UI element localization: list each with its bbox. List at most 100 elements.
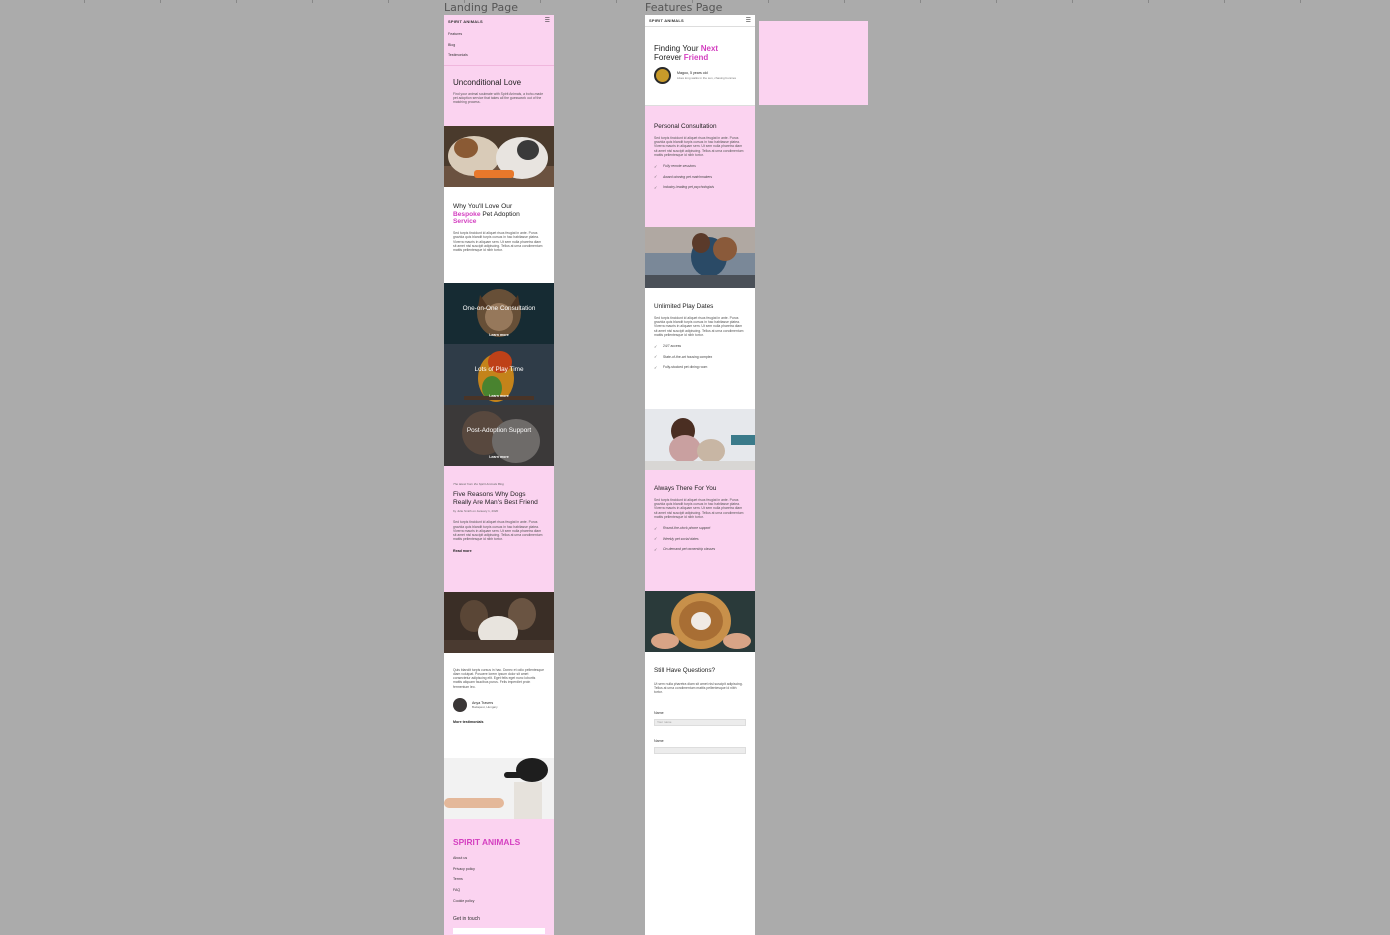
blog-byline: by Julie Smith on January 1, 2020 <box>453 509 499 514</box>
check-icon: ✓ <box>654 364 658 370</box>
checklist-label: Weekly pet social dates <box>663 536 699 541</box>
footer-links: About us Privacy policy Terms FAQ Cookie… <box>453 853 545 907</box>
hero-title-part: Finding Your <box>654 44 699 53</box>
section-text: Sed turpis tincidunt id aliquet risus fe… <box>654 316 744 337</box>
footer-link-terms[interactable]: Terms <box>453 874 545 885</box>
pink-color-swatch[interactable] <box>759 21 868 105</box>
check-icon: ✓ <box>654 174 658 180</box>
name-field-label: Name <box>654 710 664 715</box>
footer-contact-title: Get in touch <box>453 915 480 922</box>
questions-text: Ut sem nulla pharetra diam sit amet nisl… <box>654 682 743 695</box>
testimonial-text: Quis blandit turpis cursus in hac. Donec… <box>453 667 545 689</box>
questions-title: Still Have Questions? <box>654 667 716 674</box>
checklist-item: ✓ State-of-the-art housing complex <box>654 352 746 363</box>
checklist: ✓ Round-the-clock phone support ✓ Weekly p… <box>654 523 746 555</box>
footer-link-cookie[interactable]: Cookie policy <box>453 896 545 907</box>
features-navbar: SPIRIT ANIMALS ☰ <box>645 15 755 27</box>
feature-card-playtime[interactable]: Lots of Play Time Learn more <box>444 343 554 405</box>
checklist-item: ✓ Round-the-clock phone support <box>654 523 746 534</box>
why-title-accent2: Service <box>453 218 477 226</box>
features-hero: Finding Your Next Forever Friend Magoo, … <box>645 27 755 106</box>
check-icon: ✓ <box>654 163 658 169</box>
brand-logo[interactable]: SPIRIT ANIMALS <box>649 18 684 23</box>
landing-header: SPIRIT ANIMALS ☰ Features Blog Testimoni… <box>444 15 554 126</box>
blog-title[interactable]: Five Reasons Why Dogs Really Are Man's B… <box>453 491 545 507</box>
checklist-item: ✓ 24/7 access <box>654 341 746 352</box>
questions-section: Still Have Questions? Ut sem nulla phare… <box>645 652 755 812</box>
hero-title-part2: Forever <box>654 53 682 62</box>
contact-input[interactable] <box>453 927 545 934</box>
checklist-label: State-of-the-art housing complex <box>663 354 713 359</box>
landing-navbar: SPIRIT ANIMALS ☰ <box>444 15 554 27</box>
girl-cat-image <box>645 409 755 470</box>
pet-avatar <box>654 67 671 84</box>
feature-section-support: Always There For You Sed turpis tincidun… <box>645 470 755 591</box>
footer-link-about[interactable]: About us <box>453 853 545 864</box>
brand-logo[interactable]: SPIRIT ANIMALS <box>448 19 483 24</box>
footer-brand[interactable]: SPIRIT ANIMALS <box>453 837 545 847</box>
pet-name: Magoo, 5 years old <box>677 70 708 75</box>
checklist-item: ✓ Weekly pet social dates <box>654 534 746 545</box>
avatar <box>453 697 467 712</box>
landing-nav-menu: Features Blog Testimonials <box>444 27 554 66</box>
section-text: Sed turpis tincidunt id aliquet risus fe… <box>654 498 744 519</box>
section-text: Sed turpis tincidunt id aliquet risus fe… <box>654 136 744 157</box>
landing-hero: Unconditional Love Find your animal soul… <box>444 66 554 126</box>
card-title: Lots of Play Time <box>474 365 524 373</box>
check-icon: ✓ <box>654 343 658 349</box>
features-page-frame[interactable]: SPIRIT ANIMALS ☰ Finding Your Next Forev… <box>645 15 755 935</box>
blog-section: The latest from the Spirit Animals Blog … <box>444 465 554 592</box>
section-title: Always There For You <box>654 485 717 492</box>
second-field-label: Name <box>654 738 664 743</box>
hamster-bowl-image <box>645 591 755 652</box>
nav-item-blog[interactable]: Blog <box>448 40 550 51</box>
checklist-item: ✓ Award-winning pet matchmakers <box>654 172 746 183</box>
check-icon: ✓ <box>654 546 658 552</box>
checklist-label: 24/7 access <box>663 344 682 349</box>
checklist-label: On-demand pet ownership classes <box>663 547 716 552</box>
blog-text: Sed turpis tincidunt id aliquet risus fe… <box>453 520 543 542</box>
nav-item-features[interactable]: Features <box>448 29 550 40</box>
author-location: Budapest, Hungary <box>472 704 498 709</box>
why-title: Why You'll Love Our Bespoke Pet Adoption… <box>453 203 545 226</box>
menu-icon[interactable]: ☰ <box>746 18 751 24</box>
checklist-label: Award-winning pet matchmakers <box>663 174 713 179</box>
section-title: Personal Consultation <box>654 123 717 130</box>
why-title-accent: Bespoke <box>453 210 481 218</box>
pet-description: Likes long walks in the sun, chasing bun… <box>677 75 737 80</box>
hero-text: Find your animal soulmate with Spirit An… <box>453 91 544 105</box>
feature-card-consultation[interactable]: One-on-One Consultation Learn more <box>444 282 554 344</box>
card-title: One-on-One Consultation <box>462 304 536 312</box>
dog-family-image <box>444 591 554 653</box>
check-icon: ✓ <box>654 354 658 360</box>
checklist: ✓ 24/7 access ✓ State-of-the-art housing c… <box>654 341 746 373</box>
name-input[interactable]: Your name <box>654 718 746 726</box>
checklist-item: ✓ Fully-stocked pet dining room <box>654 362 746 373</box>
more-testimonials-link[interactable]: More testimonials <box>453 720 545 724</box>
card-learn-more-link[interactable]: Learn more <box>444 333 554 337</box>
feature-card-support[interactable]: Post-Adoption Support Learn more <box>444 404 554 466</box>
menu-icon[interactable]: ☰ <box>545 18 550 24</box>
checklist-item: ✓ Fully remote sessions <box>654 161 746 172</box>
features-frame-title[interactable]: Features Page <box>645 1 722 14</box>
cat-hand-image <box>444 757 554 819</box>
feature-section-consultation: Personal Consultation Sed turpis tincidu… <box>645 106 755 227</box>
landing-frame-title[interactable]: Landing Page <box>444 1 518 14</box>
checklist-label: Industry-leading pet psychologists <box>663 185 715 190</box>
second-input[interactable] <box>654 746 746 754</box>
hero-title: Unconditional Love <box>453 77 522 87</box>
footer-link-privacy[interactable]: Privacy policy <box>453 864 545 875</box>
nav-item-testimonials[interactable]: Testimonials <box>448 50 550 61</box>
read-more-link[interactable]: Read more <box>453 549 545 553</box>
woman-dog-image <box>645 227 755 288</box>
check-icon: ✓ <box>654 536 658 542</box>
footer-link-faq[interactable]: FAQ <box>453 885 545 896</box>
landing-page-frame[interactable]: SPIRIT ANIMALS ☰ Features Blog Testimoni… <box>444 15 554 935</box>
card-learn-more-link[interactable]: Learn more <box>444 394 554 398</box>
checklist-label: Fully-stocked pet dining room <box>663 365 708 370</box>
checklist-label: Round-the-clock phone support <box>663 526 711 531</box>
checklist-item: ✓ Industry-leading pet psychologists <box>654 182 746 193</box>
card-learn-more-link[interactable]: Learn more <box>444 455 554 459</box>
checklist-label: Fully remote sessions <box>663 164 696 169</box>
pet-profile: Magoo, 5 years old Likes long walks in t… <box>654 67 746 84</box>
